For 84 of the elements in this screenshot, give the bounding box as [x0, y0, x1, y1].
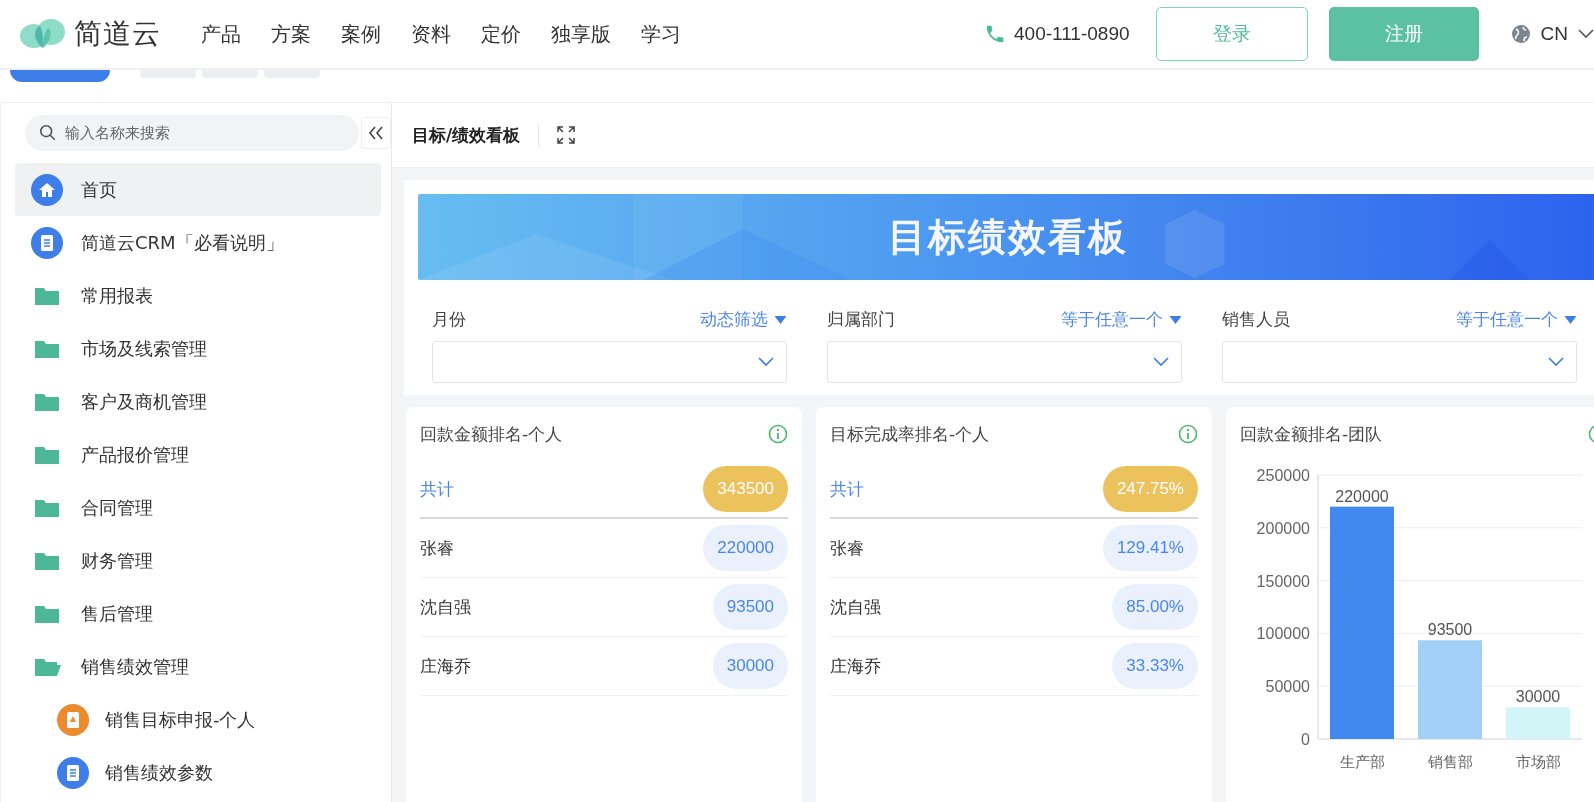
info-icon[interactable] — [768, 424, 788, 444]
phone-number: 400-111-0890 — [1014, 23, 1130, 45]
rank-name: 张睿 — [420, 536, 454, 560]
caret-down-icon — [1169, 315, 1182, 324]
sidebar-item[interactable]: 产品报价管理 — [15, 428, 381, 481]
filter-mode-dropdown[interactable]: 动态筛选 — [700, 308, 787, 331]
double-chevron-left-icon — [368, 126, 384, 140]
rank-value: 30000 — [712, 643, 788, 689]
rank-name: 庄海乔 — [420, 654, 471, 678]
home-icon — [31, 173, 63, 206]
banner-title: 目标绩效看板 — [888, 213, 1128, 261]
chevron-down-icon — [758, 357, 774, 367]
document-icon — [57, 756, 89, 789]
card-title: 回款金额排名-团队 — [1240, 422, 1383, 446]
card-title: 回款金额排名-个人 — [420, 422, 563, 446]
nav-link[interactable]: 独享版 — [551, 20, 611, 48]
bar-value-label: 220000 — [1335, 487, 1389, 505]
rank-name: 张睿 — [830, 536, 864, 560]
sidebar-item[interactable]: 简道云CRM「必看说明」 — [15, 216, 381, 269]
filter-select[interactable] — [432, 341, 787, 383]
logo-text[interactable]: 简道云 — [74, 15, 161, 53]
nav-link[interactable]: 案例 — [341, 20, 381, 48]
sidebar-item[interactable]: 合同管理 — [15, 481, 381, 534]
x-category-label: 销售部 — [1427, 753, 1473, 770]
breadcrumb-title: 目标/绩效看板 — [412, 123, 540, 147]
sidebar-item[interactable]: 客户及商机管理 — [15, 375, 381, 428]
y-tick-label: 150000 — [1256, 572, 1310, 590]
caret-down-icon — [1564, 315, 1577, 324]
collapse-button[interactable] — [361, 117, 391, 149]
info-icon[interactable] — [1178, 424, 1198, 444]
rank-name: 庄海乔 — [830, 654, 881, 678]
chevron-down-icon — [1548, 357, 1564, 367]
card-title: 目标完成率排名-个人 — [830, 422, 990, 446]
filter-label: 月份 — [432, 308, 466, 331]
nav-link[interactable]: 定价 — [481, 20, 521, 48]
bar-value-label: 30000 — [1515, 688, 1561, 706]
rank-value: 33.33% — [1112, 643, 1198, 689]
rank-value: 247.75% — [1102, 466, 1198, 512]
rank-name: 沈自强 — [420, 595, 471, 619]
filter-mode-dropdown[interactable]: 等于任意一个 — [1061, 308, 1182, 331]
fullscreen-icon — [557, 126, 576, 144]
nav-link[interactable]: 方案 — [271, 20, 311, 48]
rank-value: 93500 — [712, 584, 788, 630]
chevron-down-icon — [1578, 29, 1594, 39]
rank-value: 220000 — [703, 525, 788, 571]
rank-name: 共计 — [830, 477, 864, 501]
sidebar-item[interactable]: 市场及线索管理 — [15, 322, 381, 375]
sidebar-subitem[interactable]: 销售目标申报-个人 — [15, 693, 381, 746]
filter-label: 销售人员 — [1222, 308, 1290, 331]
filter-mode-dropdown[interactable]: 等于任意一个 — [1456, 308, 1577, 331]
bar-value-label: 93500 — [1427, 621, 1473, 639]
nav-link[interactable]: 产品 — [201, 20, 241, 48]
x-category-label: 生产部 — [1339, 753, 1385, 770]
search-field[interactable]: 输入名称来搜索 — [25, 115, 359, 151]
document-icon — [31, 226, 63, 259]
sidebar-item[interactable]: 售后管理 — [15, 587, 381, 640]
sidebar-item[interactable]: 首页 — [15, 163, 381, 216]
rank-name: 共计 — [420, 477, 454, 501]
sidebar-subitem[interactable]: 销售绩效参数 — [15, 746, 381, 799]
x-category-label: 市场部 — [1515, 753, 1561, 770]
search-icon — [39, 124, 57, 142]
nav-link[interactable]: 学习 — [641, 20, 681, 48]
globe-icon — [1510, 24, 1531, 44]
y-tick-label: 250000 — [1256, 467, 1310, 484]
filter-select[interactable] — [827, 341, 1182, 383]
filter-label: 归属部门 — [827, 308, 895, 331]
y-tick-label: 0 — [1301, 731, 1310, 748]
chevron-down-icon — [1153, 357, 1169, 367]
rank-value: 129.41% — [1102, 525, 1198, 571]
y-tick-label: 50000 — [1265, 678, 1310, 696]
nav-link[interactable]: 资料 — [411, 20, 451, 48]
sidebar-item[interactable]: 常用报表 — [15, 269, 381, 322]
filter-select[interactable] — [1222, 341, 1577, 383]
y-tick-label: 100000 — [1256, 625, 1310, 643]
language-selector[interactable]: CN — [1510, 23, 1594, 45]
rank-value: 343500 — [703, 466, 788, 512]
y-tick-label: 200000 — [1256, 519, 1310, 537]
sidebar-item[interactable]: 财务管理 — [15, 534, 381, 587]
form-icon — [57, 703, 89, 736]
fullscreen-button[interactable] — [557, 126, 576, 144]
rank-name: 沈自强 — [830, 595, 881, 619]
sidebar-item[interactable]: 销售绩效管理 — [15, 640, 381, 693]
rank-value: 85.00% — [1112, 584, 1198, 630]
caret-down-icon — [774, 315, 787, 324]
